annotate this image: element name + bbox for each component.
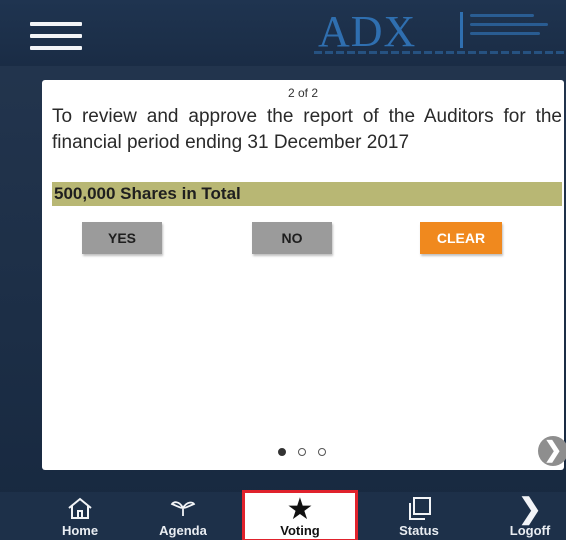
menu-line xyxy=(30,34,82,38)
nav-status[interactable]: Status xyxy=(374,492,464,540)
clear-button[interactable]: CLEAR xyxy=(420,222,502,254)
app-screen: ADX 2 of 2 To review and approve the rep… xyxy=(0,0,566,540)
menu-line xyxy=(30,46,82,50)
resolution-text: To review and approve the report of the … xyxy=(52,106,562,153)
nav-home-label: Home xyxy=(61,523,99,538)
nav-logoff-label: Logoff xyxy=(509,523,551,538)
nav-status-label: Status xyxy=(399,523,439,538)
menu-line xyxy=(30,22,82,26)
logo-wordmark: ADX xyxy=(318,7,417,56)
next-chevron-icon[interactable]: ❯ xyxy=(538,436,566,466)
bottom-nav-bar: Home Agenda ★ Voting Status ❯ Logoff xyxy=(0,490,566,540)
logo-divider xyxy=(460,12,463,48)
nav-logoff[interactable]: ❯ Logoff xyxy=(494,492,566,540)
sprout-icon xyxy=(140,496,226,522)
chevron-right-icon: ❯ xyxy=(518,493,542,524)
documents-icon xyxy=(374,496,464,522)
logo-arabic-lettering xyxy=(470,14,550,50)
carousel-dot[interactable] xyxy=(318,448,326,456)
no-button[interactable]: NO xyxy=(252,222,332,254)
voting-card: 2 of 2 To review and approve the report … xyxy=(42,80,566,470)
yes-button[interactable]: YES xyxy=(82,222,162,254)
carousel-dot[interactable] xyxy=(278,448,286,456)
page-indicator: 2 of 2 xyxy=(287,86,319,100)
shares-total-bar: 500,000 Shares in Total xyxy=(52,182,562,206)
hamburger-menu-icon[interactable] xyxy=(30,20,82,50)
carousel-dots xyxy=(278,448,338,458)
nav-voting[interactable]: ★ Voting xyxy=(242,490,358,540)
app-header: ADX xyxy=(0,0,566,66)
nav-home[interactable]: Home xyxy=(40,492,120,540)
home-icon xyxy=(40,496,120,522)
adx-logo: ADX xyxy=(308,4,564,60)
nav-voting-label: Voting xyxy=(280,523,320,538)
star-icon: ★ xyxy=(286,493,314,526)
nav-agenda[interactable]: Agenda xyxy=(140,492,226,540)
nav-agenda-label: Agenda xyxy=(159,523,207,538)
shares-total-label: 500,000 Shares in Total xyxy=(54,184,241,203)
carousel-dot[interactable] xyxy=(298,448,306,456)
logo-tagline xyxy=(314,51,564,54)
